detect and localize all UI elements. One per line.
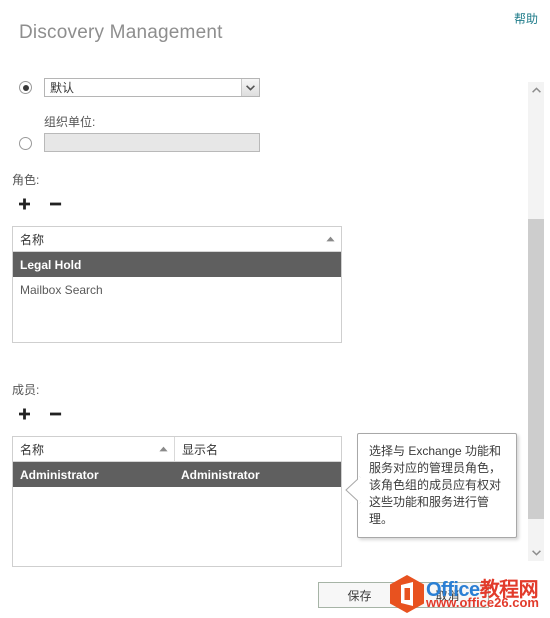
chevron-down-icon[interactable]: [241, 79, 259, 96]
roles-grid-header: 名称: [13, 227, 341, 252]
members-column-display-name[interactable]: 显示名: [174, 437, 341, 461]
roles-column-name-label: 名称: [20, 232, 45, 247]
default-scope-radio-row[interactable]: [19, 81, 32, 94]
members-add-button[interactable]: [15, 405, 33, 423]
table-row[interactable]: Administrator Administrator: [13, 462, 341, 487]
roles-grid[interactable]: 名称 Legal Hold Mailbox Search: [12, 226, 342, 343]
default-scope-radio[interactable]: [19, 81, 32, 94]
members-column-name-label: 名称: [20, 442, 45, 457]
members-column-display-name-label: 显示名: [182, 442, 219, 457]
members-grid[interactable]: 名称 显示名 Administrator Administrator: [12, 436, 342, 567]
cancel-button[interactable]: 取消: [406, 582, 489, 608]
members-cell-display-name: Administrator: [181, 467, 260, 482]
members-section-label: 成员:: [12, 383, 40, 397]
ou-label: 组织单位:: [44, 115, 96, 129]
roles-cell-name: Mailbox Search: [20, 282, 103, 297]
members-column-name[interactable]: 名称: [13, 437, 174, 461]
ou-scope-radio-row[interactable]: [19, 137, 32, 150]
ou-scope-radio[interactable]: [19, 137, 32, 150]
scroll-up-icon[interactable]: [528, 82, 544, 98]
roles-toolbar: [15, 195, 64, 213]
tooltip-text: 选择与 Exchange 功能和服务对应的管理员角色，该角色组的成员应有权对这些…: [369, 444, 502, 526]
roles-remove-button[interactable]: [46, 195, 64, 213]
tooltip-tail: [345, 476, 361, 504]
sort-ascending-icon: [159, 446, 168, 452]
roles-add-button[interactable]: [15, 195, 33, 213]
members-cell-name: Administrator: [20, 467, 99, 482]
save-button[interactable]: 保存: [318, 582, 401, 608]
default-scope-select-value: 默认: [50, 81, 75, 95]
table-row[interactable]: Mailbox Search: [13, 277, 341, 302]
default-scope-select[interactable]: 默认: [44, 78, 260, 97]
scrollbar-thumb[interactable]: [528, 219, 544, 519]
vertical-scrollbar[interactable]: [528, 82, 544, 561]
tooltip-callout: 选择与 Exchange 功能和服务对应的管理员角色，该角色组的成员应有权对这些…: [345, 433, 517, 538]
scroll-down-icon[interactable]: [528, 545, 544, 561]
sort-ascending-icon: [326, 236, 335, 242]
members-toolbar: [15, 405, 64, 423]
table-row[interactable]: Legal Hold: [13, 252, 341, 277]
ou-input[interactable]: [44, 133, 260, 152]
roles-column-name[interactable]: 名称: [13, 227, 341, 251]
members-remove-button[interactable]: [46, 405, 64, 423]
roles-section-label: 角色:: [12, 173, 40, 187]
roles-cell-name: Legal Hold: [20, 257, 82, 272]
members-grid-header: 名称 显示名: [13, 437, 341, 462]
